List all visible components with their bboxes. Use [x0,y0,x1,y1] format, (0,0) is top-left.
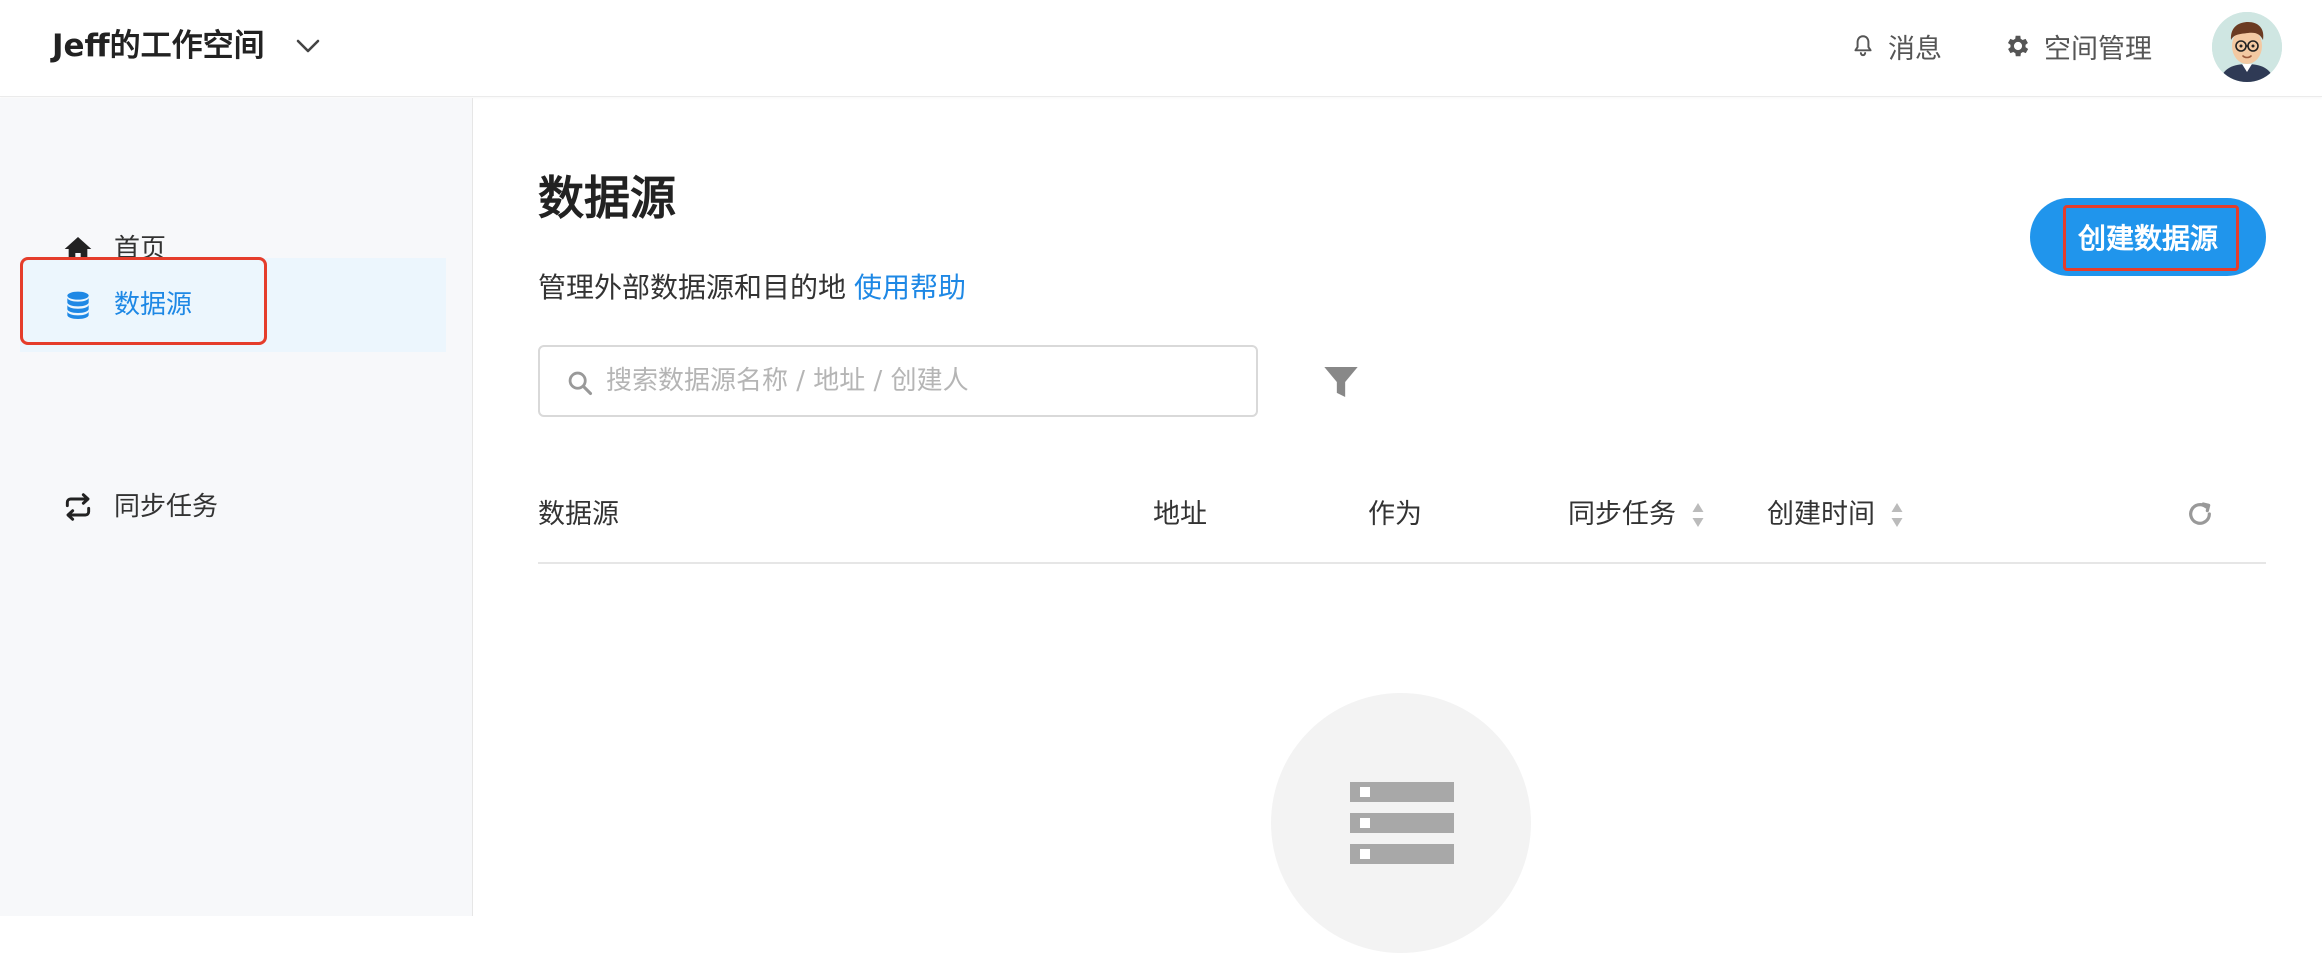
sidebar-item-label: 同步任务 [114,492,219,522]
sort-icon [1891,503,1903,527]
avatar-image [2212,12,2282,82]
space-admin-label: 空间管理 [2044,33,2152,65]
table-header: 数据源 地址 作为 同步任务 创建时间 [538,490,2266,564]
messages-label: 消息 [1888,33,1942,65]
bell-icon [1854,35,1872,57]
search-input[interactable] [606,361,1236,401]
page-title: 数据源 [538,171,676,225]
sync-icon [65,493,91,521]
highlight-outline-datasource [20,257,267,345]
page-description: 管理外部数据源和目的地 使用帮助 [538,270,966,306]
column-header-datasource: 数据源 [538,499,619,530]
column-header-created-time[interactable]: 创建时间 [1767,490,1907,540]
column-header-sync-tasks[interactable]: 同步任务 [1568,490,1708,540]
refresh-icon[interactable] [2184,498,2216,530]
search-box [538,345,1258,417]
space-admin-button[interactable]: 空间管理 [2004,26,2152,66]
sidebar: 首页 数据源 同步任务 [0,98,473,916]
filter-icon[interactable] [1320,362,1362,402]
sidebar-item-sync-tasks[interactable]: 同步任务 [20,460,446,554]
column-header-label: 创建时间 [1767,499,1875,530]
column-header-label: 同步任务 [1568,499,1676,530]
description-text: 管理外部数据源和目的地 [538,271,847,304]
messages-button[interactable]: 消息 [1850,26,1942,66]
top-header: Jeff的工作空间 消息 空间管理 [0,0,2322,97]
search-icon [568,371,593,396]
user-avatar[interactable] [2212,12,2282,82]
column-header-role: 作为 [1368,499,1422,530]
help-link[interactable]: 使用帮助 [854,271,966,304]
gear-icon [2007,35,2029,57]
column-header-address: 地址 [1153,499,1207,530]
sort-icon [1692,503,1704,527]
create-datasource-button[interactable]: 创建数据源 [2030,198,2266,276]
chevron-down-icon[interactable] [292,30,324,62]
workspace-title[interactable]: Jeff的工作空间 [52,26,265,66]
empty-list-icon [1350,782,1454,864]
